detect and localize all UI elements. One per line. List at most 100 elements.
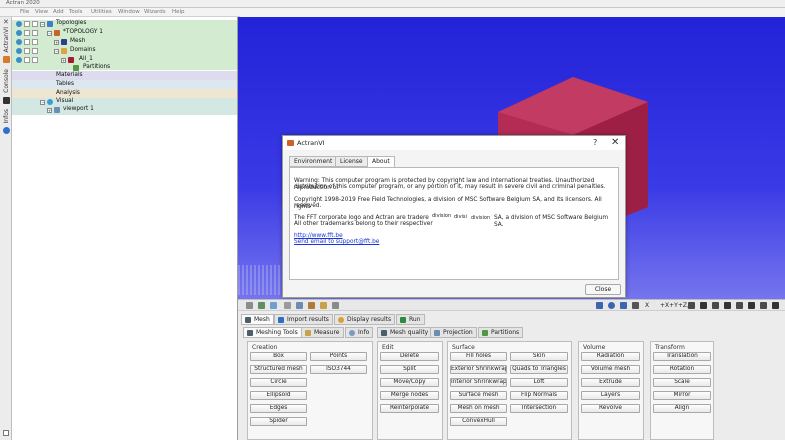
align-button[interactable]: Align: [653, 404, 711, 413]
layers-button[interactable]: Layers: [581, 391, 640, 400]
revolve-button[interactable]: Revolve: [581, 404, 640, 413]
expand-icon[interactable]: +: [54, 39, 59, 45]
tab-license[interactable]: License: [335, 156, 368, 167]
volume-mesh-button[interactable]: Volume mesh: [581, 365, 640, 374]
menu-add[interactable]: Add: [53, 9, 64, 15]
loft-button[interactable]: Loft: [510, 378, 568, 387]
tree-item-viewport-1[interactable]: + viewport 1: [12, 106, 237, 115]
trademark-text-line-2: All other trademarks belong to their res…: [294, 221, 433, 227]
close-icon[interactable]: ✕: [3, 18, 9, 26]
tools-icon[interactable]: [332, 302, 339, 309]
surface-mesh-button[interactable]: Surface mesh: [450, 391, 507, 400]
tree-item-topologies[interactable]: − Topologies: [12, 20, 237, 29]
pick-icon[interactable]: [284, 302, 291, 309]
collapse-icon[interactable]: −: [54, 48, 59, 54]
view-top-icon[interactable]: [736, 302, 743, 309]
menu-view[interactable]: View: [35, 9, 48, 15]
edges-button[interactable]: Edges: [250, 404, 307, 413]
points-button[interactable]: Points: [310, 352, 367, 361]
tree-item-topology-1[interactable]: − *TOPOLOGY 1: [12, 29, 237, 38]
tab-measure[interactable]: Measure: [301, 327, 344, 338]
collapse-icon[interactable]: −: [40, 21, 45, 27]
menu-file[interactable]: File: [20, 9, 29, 15]
expand-icon[interactable]: +: [47, 107, 52, 113]
layers-icon[interactable]: [296, 302, 303, 309]
fill-holes-button[interactable]: Fill holes: [450, 352, 507, 361]
node-icon[interactable]: [258, 302, 265, 309]
view-front-icon[interactable]: [688, 302, 695, 309]
view-fit-icon[interactable]: [772, 302, 779, 309]
side-tab-infos[interactable]: Infos: [0, 109, 12, 135]
tab-import-results[interactable]: Import results: [274, 314, 333, 325]
tree-item-tables[interactable]: Tables: [12, 81, 237, 90]
view-right-icon[interactable]: [724, 302, 731, 309]
mesh-on-mesh-button[interactable]: Mesh on mesh: [450, 404, 507, 413]
collapse-icon[interactable]: −: [47, 30, 52, 36]
search-icon[interactable]: [608, 302, 615, 309]
help-icon[interactable]: ?: [593, 138, 597, 147]
tab-info[interactable]: Info: [345, 327, 374, 338]
menu-help[interactable]: Help: [172, 9, 185, 15]
interior-shrinkwrap-button[interactable]: Interior Shrinkwrap: [450, 378, 507, 387]
intersection-button[interactable]: Intersection: [510, 404, 568, 413]
reinterpolate-button[interactable]: Reinterpolate: [380, 404, 439, 413]
zoom-icon[interactable]: [596, 302, 603, 309]
view-left-icon[interactable]: [712, 302, 719, 309]
view-bottom-icon[interactable]: [748, 302, 755, 309]
circle-button[interactable]: Circle: [250, 378, 307, 387]
measure-icon[interactable]: [320, 302, 327, 309]
structured-mesh-button[interactable]: Structured mesh: [250, 365, 307, 374]
tab-partitions[interactable]: Partitions: [478, 327, 524, 338]
skin-button[interactable]: Skin: [510, 352, 568, 361]
rotate-icon[interactable]: [620, 302, 627, 309]
close-icon[interactable]: ✕: [611, 137, 619, 148]
convexhull-button[interactable]: ConvexHull: [450, 417, 507, 426]
menu-wizards[interactable]: Wizards: [144, 9, 166, 15]
radiation-button[interactable]: Radiation: [581, 352, 640, 361]
menu-utilities[interactable]: Utilities: [91, 9, 112, 15]
expand-icon[interactable]: +: [61, 57, 66, 63]
merge-nodes-button[interactable]: Merge nodes: [380, 391, 439, 400]
tab-display-results[interactable]: Display results: [334, 314, 396, 325]
select-icon[interactable]: [246, 302, 253, 309]
extrude-button[interactable]: Extrude: [581, 378, 640, 387]
tab-mesh-quality[interactable]: Mesh quality: [377, 327, 433, 338]
collapse-icon[interactable]: −: [40, 99, 45, 105]
close-button[interactable]: Close: [585, 284, 621, 295]
tree-item-domains[interactable]: − Domains: [12, 47, 237, 56]
scale-button[interactable]: Scale: [653, 378, 711, 387]
view-iso-icon[interactable]: [760, 302, 767, 309]
delete-button[interactable]: Delete: [380, 352, 439, 361]
box-button[interactable]: Box: [250, 352, 307, 361]
tab-run[interactable]: Run: [396, 314, 425, 325]
ellipsoid-button[interactable]: Ellipsoid: [250, 391, 307, 400]
support-email-link[interactable]: Send email to support@fft.be: [294, 239, 379, 245]
tab-environment[interactable]: Environment: [289, 156, 338, 167]
rotation-button[interactable]: Rotation: [653, 365, 711, 374]
tab-mesh[interactable]: Mesh: [241, 314, 274, 325]
dialog-title: ActranVI: [297, 139, 325, 147]
exterior-shrinkwrap-button[interactable]: Exterior Shrinkwrap: [450, 365, 507, 374]
iso3744-button[interactable]: ISO3744: [310, 365, 367, 374]
side-tab-console[interactable]: Console: [0, 69, 12, 104]
view-back-icon[interactable]: [700, 302, 707, 309]
tree-item-materials[interactable]: Materials: [12, 72, 237, 81]
element-icon[interactable]: [270, 302, 277, 309]
flip-normals-button[interactable]: Flip Normals: [510, 391, 568, 400]
menu-bar: File View Add Tools Utilities Window Wiz…: [0, 8, 240, 17]
axes-icon[interactable]: [632, 302, 639, 309]
quads-to-triangles-button[interactable]: Quads to Triangles: [510, 365, 568, 374]
tab-projection[interactable]: Projection: [430, 327, 477, 338]
spider-button[interactable]: Spider: [250, 417, 307, 426]
menu-tools[interactable]: Tools: [69, 9, 83, 15]
translation-button[interactable]: Translation: [653, 352, 711, 361]
tree-item-mesh[interactable]: + Mesh: [12, 38, 237, 47]
mirror-button[interactable]: Mirror: [653, 391, 711, 400]
palette-icon[interactable]: [308, 302, 315, 309]
tab-meshing-tools[interactable]: Meshing Tools: [243, 327, 302, 338]
side-tab-actranvi[interactable]: ActranVI: [0, 27, 12, 64]
resize-grip-icon[interactable]: [3, 430, 9, 436]
split-button[interactable]: Split: [380, 365, 439, 374]
move-copy-button[interactable]: Move/Copy: [380, 378, 439, 387]
menu-window[interactable]: Window: [118, 9, 140, 15]
